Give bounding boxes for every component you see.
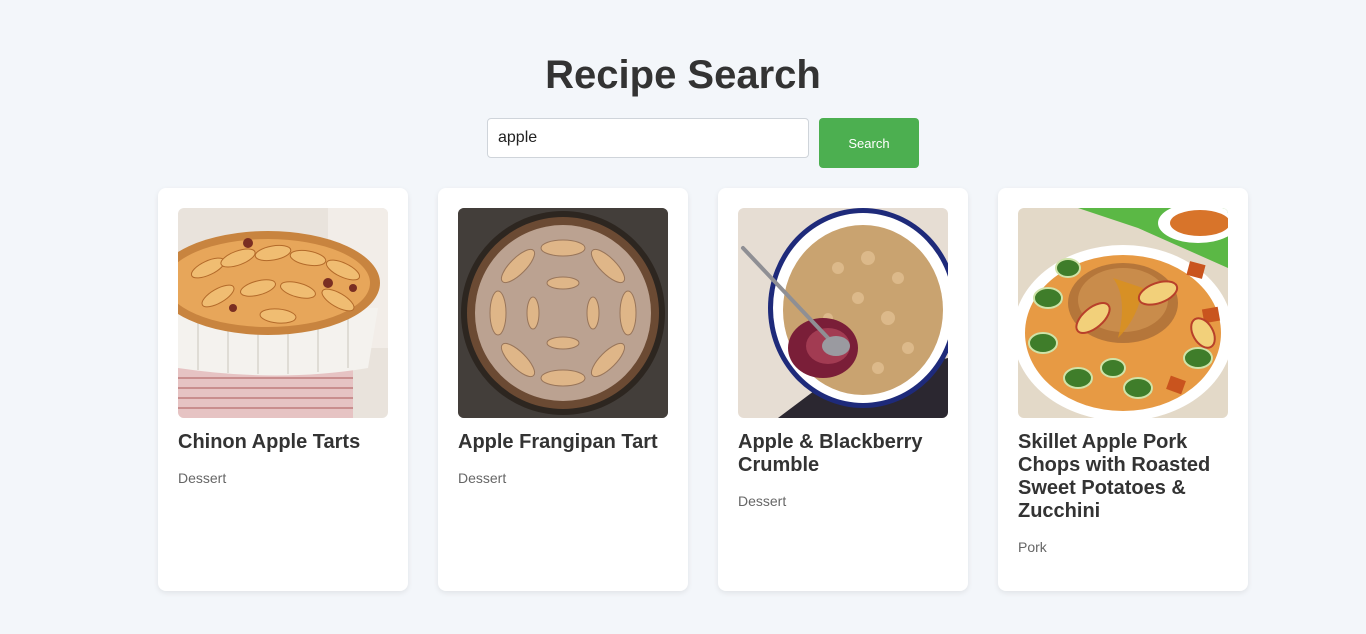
recipe-category: Pork	[1018, 539, 1047, 555]
recipe-category: Dessert	[738, 493, 787, 509]
search-button[interactable]: Search	[819, 118, 919, 168]
recipe-image	[1018, 208, 1228, 418]
search-bar: Search	[487, 118, 919, 168]
recipe-image	[738, 208, 948, 418]
recipe-search-page: Recipe Search Search	[0, 0, 1366, 634]
search-input[interactable]	[487, 118, 809, 158]
recipe-grid: Chinon Apple Tarts Dessert Apple Frangip…	[158, 188, 1248, 591]
recipe-title[interactable]: Skillet Apple Pork Chops with Roasted Sw…	[1018, 431, 1228, 523]
recipe-image	[178, 208, 388, 418]
recipe-card[interactable]: Chinon Apple Tarts Dessert	[158, 188, 408, 591]
recipe-image	[458, 208, 668, 418]
recipe-title[interactable]: Chinon Apple Tarts	[178, 431, 388, 454]
recipe-card[interactable]: Apple & Blackberry Crumble Dessert	[718, 188, 968, 591]
recipe-category: Dessert	[178, 470, 227, 486]
recipe-card[interactable]: Apple Frangipan Tart Dessert	[438, 188, 688, 591]
recipe-card[interactable]: Skillet Apple Pork Chops with Roasted Sw…	[998, 188, 1248, 591]
recipe-title[interactable]: Apple Frangipan Tart	[458, 431, 668, 454]
recipe-category: Dessert	[458, 470, 507, 486]
page-title: Recipe Search	[545, 53, 821, 97]
recipe-title[interactable]: Apple & Blackberry Crumble	[738, 431, 948, 477]
